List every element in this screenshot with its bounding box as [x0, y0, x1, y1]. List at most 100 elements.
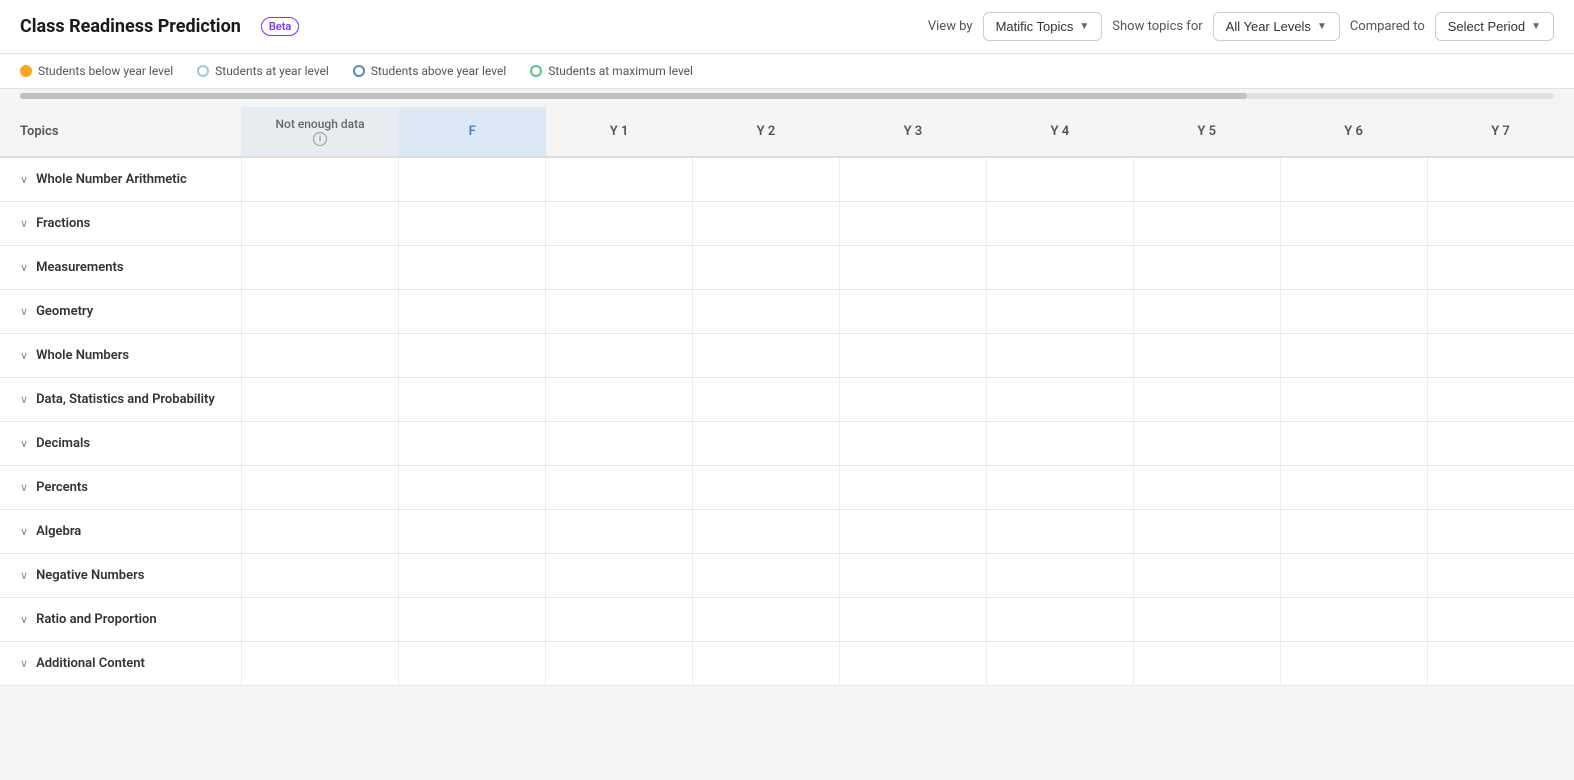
data-cell	[399, 377, 546, 421]
data-cell	[1427, 157, 1574, 202]
select-period-dropdown[interactable]: Select Period ▼	[1435, 12, 1554, 41]
data-cell	[693, 157, 840, 202]
data-cell	[986, 421, 1133, 465]
expand-icon[interactable]: ∨	[20, 481, 28, 494]
data-cell	[986, 289, 1133, 333]
expand-icon[interactable]: ∨	[20, 173, 28, 186]
header-controls: View by Matific Topics ▼ Show topics for…	[928, 12, 1554, 41]
table-row[interactable]: ∨ Negative Numbers	[0, 553, 1574, 597]
data-cell	[1133, 553, 1280, 597]
legend-label-max: Students at maximum level	[548, 64, 693, 78]
expand-icon[interactable]: ∨	[20, 437, 28, 450]
data-cell	[399, 245, 546, 289]
data-cell	[986, 465, 1133, 509]
data-cell	[399, 157, 546, 202]
expand-icon[interactable]: ∨	[20, 569, 28, 582]
data-cell	[986, 597, 1133, 641]
topic-cell: ∨ Whole Number Arithmetic	[0, 157, 241, 202]
data-cell	[1133, 377, 1280, 421]
expand-icon[interactable]: ∨	[20, 393, 28, 406]
expand-icon[interactable]: ∨	[20, 349, 28, 362]
main-content: Topics Not enough data i F Y 1 Y 2 Y 3 Y…	[0, 107, 1574, 686]
data-cell	[1280, 333, 1427, 377]
legend-label-above: Students above year level	[371, 64, 506, 78]
expand-icon[interactable]: ∨	[20, 217, 28, 230]
table-row[interactable]: ∨ Measurements	[0, 245, 1574, 289]
topics-table: Topics Not enough data i F Y 1 Y 2 Y 3 Y…	[0, 107, 1574, 686]
expand-icon[interactable]: ∨	[20, 613, 28, 626]
data-cell	[1427, 597, 1574, 641]
data-cell	[399, 201, 546, 245]
expand-icon[interactable]: ∨	[20, 305, 28, 318]
data-cell	[839, 465, 986, 509]
data-cell	[1280, 201, 1427, 245]
topic-name: Measurements	[36, 260, 123, 275]
data-cell	[241, 641, 398, 685]
horizontal-scrollbar[interactable]	[20, 93, 1554, 99]
data-cell	[241, 377, 398, 421]
view-by-label: View by	[928, 19, 973, 34]
legend-item-at: Students at year level	[197, 64, 329, 78]
legend-label-below: Students below year level	[38, 64, 173, 78]
view-by-dropdown[interactable]: Matific Topics ▼	[983, 12, 1103, 41]
data-cell	[986, 201, 1133, 245]
chevron-down-icon: ▼	[1079, 21, 1089, 32]
topic-name: Percents	[36, 480, 88, 495]
topic-name: Data, Statistics and Probability	[36, 392, 215, 407]
data-cell	[693, 509, 840, 553]
data-cell	[839, 201, 986, 245]
table-row[interactable]: ∨ Whole Number Arithmetic	[0, 157, 1574, 202]
data-cell	[1427, 333, 1574, 377]
expand-icon[interactable]: ∨	[20, 525, 28, 538]
table-row[interactable]: ∨ Percents	[0, 465, 1574, 509]
data-cell	[986, 509, 1133, 553]
data-cell	[1280, 421, 1427, 465]
table-row[interactable]: ∨ Whole Numbers	[0, 333, 1574, 377]
topic-cell: ∨ Negative Numbers	[0, 553, 241, 597]
table-row[interactable]: ∨ Fractions	[0, 201, 1574, 245]
table-row[interactable]: ∨ Algebra	[0, 509, 1574, 553]
data-cell	[693, 333, 840, 377]
data-cell	[839, 553, 986, 597]
data-cell	[986, 553, 1133, 597]
data-cell	[399, 333, 546, 377]
compared-to-label: Compared to	[1350, 19, 1425, 34]
legend-dot-max	[530, 65, 542, 77]
topic-cell: ∨ Ratio and Proportion	[0, 597, 241, 641]
data-cell	[399, 553, 546, 597]
data-cell	[1133, 465, 1280, 509]
data-cell	[1133, 201, 1280, 245]
data-cell	[693, 201, 840, 245]
table-row[interactable]: ∨ Additional Content	[0, 641, 1574, 685]
beta-badge: Beta	[261, 17, 300, 36]
data-cell	[1280, 553, 1427, 597]
expand-icon[interactable]: ∨	[20, 261, 28, 274]
data-cell	[546, 201, 693, 245]
table-header: Topics Not enough data i F Y 1 Y 2 Y 3 Y…	[0, 107, 1574, 157]
table-row[interactable]: ∨ Data, Statistics and Probability	[0, 377, 1574, 421]
data-cell	[693, 377, 840, 421]
topic-name: Ratio and Proportion	[36, 612, 157, 627]
data-cell	[1427, 465, 1574, 509]
data-cell	[546, 597, 693, 641]
data-cell	[1280, 289, 1427, 333]
data-cell	[399, 465, 546, 509]
data-cell	[546, 245, 693, 289]
data-cell	[241, 157, 398, 202]
data-cell	[1133, 245, 1280, 289]
view-by-value: Matific Topics	[996, 19, 1074, 34]
table-row[interactable]: ∨ Decimals	[0, 421, 1574, 465]
app-header: Class Readiness Prediction Beta View by …	[0, 0, 1574, 54]
info-icon[interactable]: i	[313, 132, 327, 146]
col-y2: Y 2	[693, 107, 840, 157]
expand-icon[interactable]: ∨	[20, 657, 28, 670]
table-row[interactable]: ∨ Ratio and Proportion	[0, 597, 1574, 641]
data-cell	[1280, 245, 1427, 289]
data-cell	[1133, 289, 1280, 333]
table-row[interactable]: ∨ Geometry	[0, 289, 1574, 333]
data-cell	[693, 421, 840, 465]
data-cell	[1280, 597, 1427, 641]
year-levels-dropdown[interactable]: All Year Levels ▼	[1213, 12, 1340, 41]
col-not-enough: Not enough data i	[241, 107, 398, 157]
data-cell	[1427, 245, 1574, 289]
